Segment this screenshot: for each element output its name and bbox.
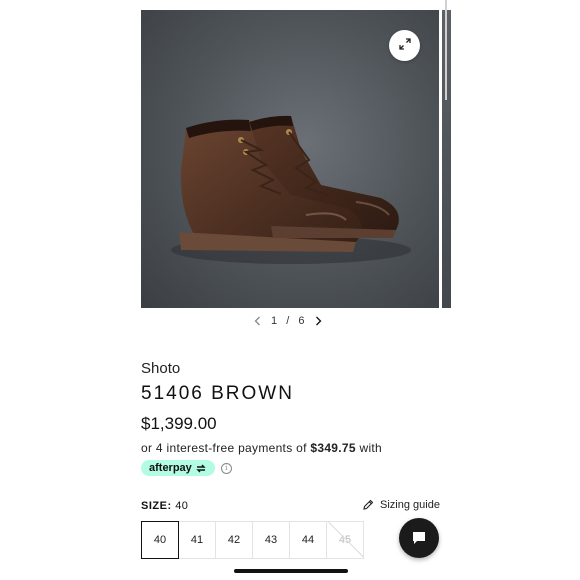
size-label: SIZE: 40 xyxy=(141,500,188,512)
chevron-right-icon xyxy=(316,316,322,326)
chevron-left-icon xyxy=(254,316,260,326)
size-option-44[interactable]: 44 xyxy=(289,521,327,559)
selected-size: 40 xyxy=(175,500,189,512)
size-option-40[interactable]: 40 xyxy=(141,521,179,559)
prev-image-button[interactable] xyxy=(254,316,261,326)
size-option-45[interactable]: 45 xyxy=(326,521,364,559)
info-icon[interactable]: i xyxy=(220,462,232,474)
total-images: 6 xyxy=(298,315,306,327)
current-image: 1 xyxy=(271,315,279,327)
size-option-41[interactable]: 41 xyxy=(178,521,216,559)
chat-icon xyxy=(413,532,425,544)
home-indicator[interactable] xyxy=(234,569,348,573)
afterpay-label: afterpay xyxy=(149,462,192,474)
product-brand[interactable]: Shoto xyxy=(141,360,180,377)
scrollbar[interactable] xyxy=(445,0,447,100)
expand-icon xyxy=(398,37,411,55)
sizing-guide-label: Sizing guide xyxy=(380,499,440,511)
size-option-43[interactable]: 43 xyxy=(252,521,290,559)
afterpay-row: afterpay i xyxy=(141,460,232,476)
expand-button[interactable] xyxy=(389,30,420,61)
pencil-ruler-icon xyxy=(363,499,374,510)
size-selector: 40 41 42 43 44 45 xyxy=(141,521,364,559)
sizing-guide-link[interactable]: Sizing guide xyxy=(362,499,440,511)
size-option-42[interactable]: 42 xyxy=(215,521,253,559)
installment-amount: $349.75 xyxy=(310,441,356,455)
installments-text: or 4 interest-free payments of $349.75 w… xyxy=(141,441,382,455)
image-counter: 1 / 6 xyxy=(271,315,305,327)
product-title: 51406 BROWN xyxy=(141,383,294,404)
installments-prefix: or 4 interest-free payments of xyxy=(141,441,311,455)
afterpay-logo[interactable]: afterpay xyxy=(141,460,215,476)
next-image-button[interactable] xyxy=(315,316,322,326)
counter-separator: / xyxy=(286,315,291,327)
chat-button[interactable] xyxy=(399,518,439,558)
gallery-pager: 1 / 6 xyxy=(254,315,322,327)
afterpay-arrows-icon xyxy=(196,464,206,472)
size-key: SIZE: xyxy=(141,500,172,512)
installments-suffix: with xyxy=(355,441,383,455)
product-price: $1,399.00 xyxy=(141,414,217,433)
product-gallery[interactable] xyxy=(141,10,451,308)
